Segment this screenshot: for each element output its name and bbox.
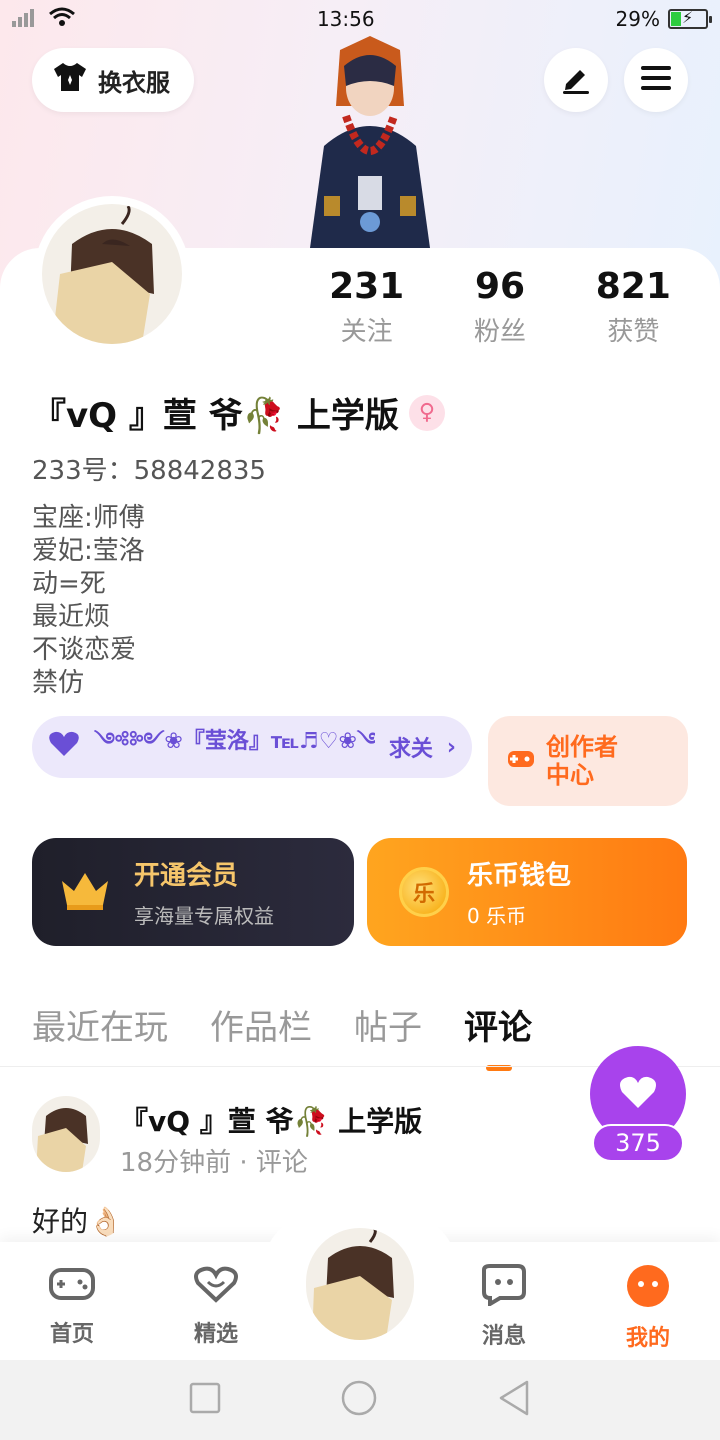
comment-text: 好的👌🏻 — [32, 1205, 123, 1238]
comment-meta: 18分钟前 · 评论 — [120, 1148, 308, 1178]
clock: 13:56 — [316, 7, 375, 31]
wallet-card[interactable]: 乐 乐币钱包 0 乐币 — [367, 838, 687, 946]
creator-center-button[interactable]: 创作者 中心 — [488, 716, 688, 806]
chat-icon — [480, 1264, 528, 1312]
tab-recent[interactable]: 最近在玩 — [32, 1000, 168, 1049]
bio-line: 禁仿 — [32, 668, 85, 698]
crown-icon — [58, 869, 112, 915]
stat-likes[interactable]: 821 获赞 — [567, 266, 700, 348]
battery-icon: ⚡ — [668, 8, 712, 29]
change-outfit-label: 换衣服 — [98, 68, 170, 97]
gamepad-icon — [48, 1264, 96, 1310]
bio-line: 最近烦 — [32, 602, 111, 632]
follow-request-label: 求关 — [388, 737, 433, 762]
nav-label: 我的 — [625, 1326, 670, 1351]
heart-icon — [618, 1074, 658, 1114]
wallet-title: 乐币钱包 — [467, 861, 572, 891]
pen-icon — [560, 62, 592, 98]
recent-apps-icon[interactable] — [189, 1382, 221, 1418]
profile-avatar[interactable] — [34, 196, 190, 352]
edit-profile-button[interactable] — [544, 48, 608, 112]
stat-followers[interactable]: 96 粉丝 — [433, 266, 566, 348]
change-outfit-button[interactable]: 换衣服 — [32, 48, 194, 112]
tshirt-icon — [52, 61, 88, 99]
wallet-balance: 0 乐币 — [467, 904, 527, 928]
like-count: 375 — [592, 1124, 684, 1162]
nickname-text: 『vQ 』萱 爷🥀 上学版 — [32, 396, 399, 436]
bio-line: 爱妃:莹洛 — [32, 536, 145, 566]
avatar-character[interactable] — [300, 36, 440, 248]
bio-line: 宝座:师傅 — [32, 503, 145, 533]
vip-card[interactable]: 开通会员 享海量专属权益 — [32, 838, 354, 946]
stat-number: 96 — [474, 266, 526, 307]
profile-stats: 231 关注 96 粉丝 821 获赞 — [300, 266, 700, 348]
menu-button[interactable] — [624, 48, 688, 112]
comment-avatar[interactable] — [32, 1096, 100, 1172]
gamepad-plus-icon — [506, 745, 536, 777]
back-icon[interactable] — [497, 1380, 531, 1420]
nav-label: 首页 — [49, 1322, 94, 1347]
nav-label: 消息 — [481, 1324, 526, 1349]
bio-line: 不谈恋爱 — [32, 635, 137, 665]
guardian-text: ༺༻❀『莹洛』℡♬♡❀༺༻ — [94, 729, 375, 754]
heart-outline-icon — [192, 1264, 240, 1310]
creator-label-line2: 中心 — [546, 761, 594, 789]
nav-label: 精选 — [193, 1322, 238, 1347]
battery-percent: 29% — [615, 7, 660, 31]
nav-me[interactable]: 我的 — [576, 1242, 720, 1360]
stat-label: 关注 — [340, 317, 393, 347]
stat-following[interactable]: 231 关注 — [300, 266, 433, 348]
wifi-icon — [48, 6, 76, 33]
profile-tabs: 最近在玩 作品栏 帖子 评论 — [32, 1000, 532, 1071]
vip-title: 开通会员 — [134, 861, 239, 891]
creator-label-line1: 创作者 — [546, 733, 618, 761]
coin-icon: 乐 — [399, 867, 449, 917]
stat-number: 231 — [329, 266, 405, 307]
nav-center-avatar[interactable] — [306, 1228, 414, 1340]
stat-label: 获赞 — [607, 317, 660, 347]
bio: 宝座:师傅 爱妃:莹洛 动=死 最近烦 不谈恋爱 禁仿 — [32, 502, 145, 700]
comment-author[interactable]: 『vQ 』萱 爷🥀 上学版 — [120, 1100, 422, 1140]
vip-subtitle: 享海量专属权益 — [134, 904, 274, 928]
nickname: 『vQ 』萱 爷🥀 上学版 ♀ — [32, 388, 445, 437]
tab-comments[interactable]: 评论 — [464, 1000, 532, 1071]
stat-label: 粉丝 — [473, 317, 526, 347]
home-icon[interactable] — [340, 1379, 378, 1421]
tab-posts[interactable]: 帖子 — [354, 1000, 422, 1049]
me-icon — [625, 1264, 671, 1314]
signal-icon — [12, 7, 40, 32]
status-bar: 13:56 29% ⚡ — [0, 0, 720, 38]
chevron-right-icon: › — [446, 734, 456, 760]
female-icon: ♀ — [408, 394, 445, 431]
bio-line: 动=死 — [32, 569, 106, 599]
purple-heart-icon — [48, 730, 80, 764]
tab-works[interactable]: 作品栏 — [210, 1000, 312, 1049]
system-nav-bar — [0, 1360, 720, 1440]
guardian-pill[interactable]: ༺༻❀『莹洛』℡♬♡❀༺༻ 求关 › — [32, 716, 472, 778]
hamburger-icon — [640, 64, 672, 96]
stat-number: 821 — [595, 266, 671, 307]
user-id: 233号：58842835 — [32, 456, 266, 486]
nav-home[interactable]: 首页 — [0, 1242, 144, 1360]
